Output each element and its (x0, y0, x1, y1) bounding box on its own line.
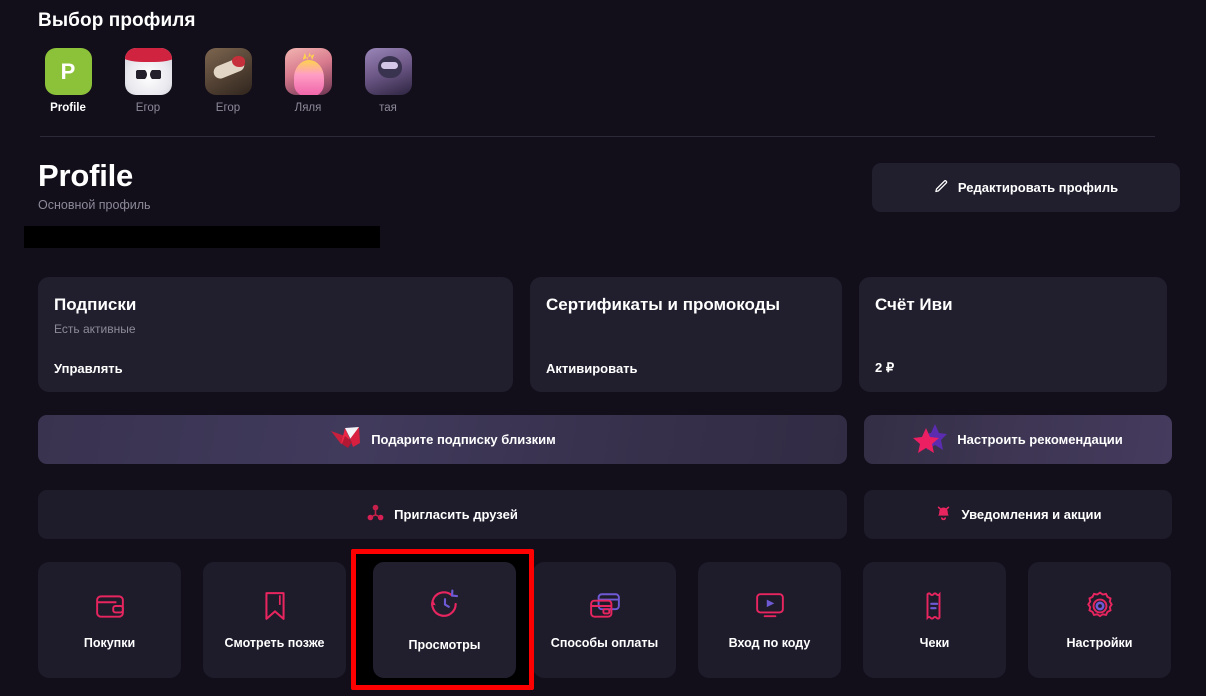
card-ivi-account[interactable]: Счёт Иви 2 ₽ (859, 277, 1167, 392)
banner-label: Подарите подписку близким (371, 432, 556, 447)
redacted-bar (24, 226, 380, 248)
bell-icon (935, 504, 952, 525)
double-star-icon (913, 423, 948, 456)
card-note: Есть активные (54, 322, 136, 336)
tile-label: Смотреть позже (224, 636, 325, 650)
card-title: Счёт Иви (875, 295, 953, 314)
avatar-taya-icon (364, 48, 412, 95)
avatar-dog-icon (204, 48, 252, 95)
tile-payment-methods[interactable]: Способы оплаты (533, 562, 676, 678)
card-title: Сертификаты и промокоды (546, 295, 780, 314)
card-balance-value: 2 ₽ (875, 360, 895, 375)
tile-row: Покупки Смотреть позже Способы оплаты Вх… (38, 562, 1171, 678)
avatar-panda-icon (124, 48, 172, 95)
profile-item-lyalya[interactable]: Ляля (278, 48, 338, 114)
banner-label: Пригласить друзей (394, 507, 518, 522)
tile-watch-later[interactable]: Смотреть позже (203, 562, 346, 678)
tile-label: Настройки (1066, 636, 1133, 650)
profile-item-label: Ляля (294, 102, 322, 114)
tile-code-login[interactable]: Вход по коду (698, 562, 841, 678)
pencil-icon (934, 179, 949, 197)
section-divider (40, 136, 1155, 137)
profile-page: Выбор профиля P Profile Егор Егор Ляля т… (0, 0, 1206, 696)
avatar-girl-icon (284, 48, 332, 95)
bookmark-icon (263, 590, 287, 622)
gift-ribbon-icon (329, 425, 361, 454)
invite-friends-banner[interactable]: Пригласить друзей (38, 490, 847, 539)
banner-label: Настроить рекомендации (957, 432, 1123, 447)
tile-views[interactable]: Просмотры (373, 562, 516, 678)
page-subtitle: Основной профиль (38, 198, 151, 212)
gift-subscription-banner[interactable]: Подарите подписку близким (38, 415, 847, 464)
avatar-list: P Profile Егор Егор Ляля тая (38, 48, 1206, 114)
profile-chooser-title: Выбор профиля (38, 10, 196, 31)
invite-friends-icon (367, 504, 384, 525)
edit-profile-label: Редактировать профиль (957, 180, 1119, 195)
profile-item-egor-1[interactable]: Егор (118, 48, 178, 114)
banner-label: Уведомления и акции (961, 507, 1102, 522)
tile-label: Способы оплаты (550, 636, 659, 650)
card-action-link[interactable]: Активировать (546, 361, 826, 376)
profile-item-taya[interactable]: тая (358, 48, 418, 114)
profile-item-egor-2[interactable]: Егор (198, 48, 258, 114)
avatar-initial: P (60, 58, 76, 84)
tile-label: Покупки (83, 636, 136, 650)
page-title: Profile (38, 158, 134, 193)
history-clock-icon (429, 588, 461, 624)
tile-settings[interactable]: Настройки (1028, 562, 1171, 678)
profile-item-label: Profile (50, 102, 86, 114)
recommendations-banner[interactable]: Настроить рекомендации (864, 415, 1172, 464)
profile-item-profile[interactable]: P Profile (38, 48, 98, 114)
banner-row-1: Подарите подписку близким Настроить реко… (38, 415, 1172, 464)
profile-item-label: Егор (215, 102, 241, 114)
banner-row-2: Пригласить друзей Уведомления и акции (38, 490, 1172, 539)
tile-receipts[interactable]: Чеки (863, 562, 1006, 678)
card-certificates[interactable]: Сертификаты и промокоды Активировать (530, 277, 842, 392)
card-title: Подписки (54, 295, 137, 314)
gear-icon (1085, 590, 1115, 622)
profile-chooser: Выбор профиля P Profile Егор Егор Ляля т… (0, 0, 1206, 114)
profile-header: Profile Основной профиль (38, 158, 151, 212)
tv-play-icon (755, 590, 785, 622)
wallet-icon (95, 590, 125, 622)
info-card-row: Подписки Есть активные Управлять Сертифи… (38, 277, 1167, 392)
profile-item-label: тая (379, 102, 397, 114)
avatar-letter-p-icon: P (44, 48, 92, 95)
receipt-icon (923, 590, 947, 622)
card-action-link[interactable]: Управлять (54, 361, 497, 376)
tile-purchases[interactable]: Покупки (38, 562, 181, 678)
profile-item-label: Егор (135, 102, 161, 114)
tile-label: Вход по коду (728, 636, 811, 650)
notifications-banner[interactable]: Уведомления и акции (864, 490, 1172, 539)
credit-cards-icon (589, 590, 621, 622)
edit-profile-button[interactable]: Редактировать профиль (872, 163, 1180, 212)
card-subscriptions[interactable]: Подписки Есть активные Управлять (38, 277, 513, 392)
tile-label: Чеки (919, 636, 950, 650)
tile-label: Просмотры (408, 637, 481, 652)
